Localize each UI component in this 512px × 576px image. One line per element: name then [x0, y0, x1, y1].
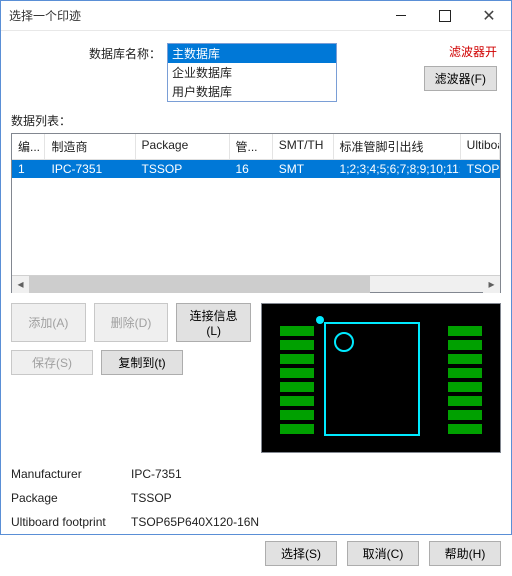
pin-icon: [280, 368, 314, 378]
pin-icon: [448, 410, 482, 420]
database-row: 数据库名称： 主数据库 企业数据库 用户数据库 滤波器开 滤波器(F): [11, 39, 501, 110]
database-label: 数据库名称：: [11, 43, 161, 62]
data-list-label: 数据列表：: [11, 112, 501, 129]
horizontal-scrollbar[interactable]: ◂ ▸: [12, 275, 500, 292]
data-table: 编... 制造商 Package 管... SMT/TH 标准管脚引出线 Ult…: [11, 133, 501, 293]
pin-icon: [280, 326, 314, 336]
action-buttons: 添加(A) 删除(D) 连接信息(L) 保存(S) 复制到(t): [11, 303, 251, 453]
table-header: 编... 制造商 Package 管... SMT/TH 标准管脚引出线 Ult…: [12, 134, 500, 160]
help-button[interactable]: 帮助(H): [429, 541, 501, 566]
link-info-button[interactable]: 连接信息(L): [176, 303, 251, 342]
cell: 1;2;3;4;5;6;7;8;9;10;11;: [334, 160, 461, 178]
column-header[interactable]: SMT/TH: [273, 134, 334, 159]
scroll-left-icon[interactable]: ◂: [12, 276, 29, 293]
save-button[interactable]: 保存(S): [11, 350, 93, 375]
column-header[interactable]: 制造商: [45, 134, 135, 159]
cell: SMT: [273, 160, 334, 178]
pin-icon: [280, 410, 314, 420]
column-header[interactable]: 标准管脚引出线: [334, 134, 461, 159]
package-label: Package: [11, 491, 131, 505]
pin-icon: [280, 354, 314, 364]
pin-icon: [448, 396, 482, 406]
content-area: 数据库名称： 主数据库 企业数据库 用户数据库 滤波器开 滤波器(F) 数据列表…: [1, 31, 511, 576]
table-row[interactable]: 1 IPC-7351 TSSOP 16 SMT 1;2;3;4;5;6;7;8;…: [12, 160, 500, 178]
pin-icon: [448, 340, 482, 350]
pin-icon: [448, 326, 482, 336]
window-title: 选择一个印迹: [9, 7, 81, 24]
pin-icon: [448, 424, 482, 434]
cell: 16: [230, 160, 273, 178]
manufacturer-label: Manufacturer: [11, 467, 131, 481]
scroll-right-icon[interactable]: ▸: [483, 276, 500, 293]
column-header[interactable]: 编...: [12, 134, 45, 159]
package-value: TSSOP: [131, 491, 501, 505]
column-header[interactable]: Ultiboa: [461, 134, 500, 159]
scroll-thumb[interactable]: [29, 276, 370, 293]
add-button[interactable]: 添加(A): [11, 303, 86, 342]
cell: 1: [12, 160, 45, 178]
database-option[interactable]: 用户数据库: [168, 82, 336, 101]
cell: TSSOP: [136, 160, 230, 178]
footprint-label: Ultiboard footprint: [11, 515, 131, 529]
filter-status: 滤波器开: [449, 43, 497, 60]
select-button[interactable]: 选择(S): [265, 541, 337, 566]
column-header[interactable]: Package: [136, 134, 230, 159]
marker-dot-icon: [316, 316, 324, 324]
copy-to-button[interactable]: 复制到(t): [101, 350, 183, 375]
pin1-dot-icon: [334, 332, 354, 352]
info-grid: Manufacturer IPC-7351 Package TSSOP Ulti…: [11, 467, 501, 529]
pin-icon: [448, 368, 482, 378]
pin-icon: [448, 382, 482, 392]
filter-button[interactable]: 滤波器(F): [424, 66, 497, 91]
maximize-button[interactable]: [423, 1, 467, 31]
pin-icon: [280, 340, 314, 350]
close-button[interactable]: ✕: [467, 1, 511, 31]
database-listbox[interactable]: 主数据库 企业数据库 用户数据库: [167, 43, 337, 102]
pin-icon: [280, 396, 314, 406]
pin-icon: [280, 424, 314, 434]
minimize-button[interactable]: [379, 1, 423, 31]
footprint-value: TSOP65P640X120-16N: [131, 515, 501, 529]
cancel-button[interactable]: 取消(C): [347, 541, 419, 566]
table-body: 1 IPC-7351 TSSOP 16 SMT 1;2;3;4;5;6;7;8;…: [12, 160, 500, 275]
scroll-track[interactable]: [29, 276, 483, 293]
database-option[interactable]: 主数据库: [168, 44, 336, 63]
titlebar: 选择一个印迹 ✕: [1, 1, 511, 31]
column-header[interactable]: 管...: [230, 134, 273, 159]
pin-icon: [280, 382, 314, 392]
delete-button[interactable]: 删除(D): [94, 303, 169, 342]
middle-row: 添加(A) 删除(D) 连接信息(L) 保存(S) 复制到(t): [11, 303, 501, 453]
footprint-preview: [261, 303, 501, 453]
cell: IPC-7351: [45, 160, 135, 178]
dialog-window: 选择一个印迹 ✕ 数据库名称： 主数据库 企业数据库 用户数据库 滤波器开 滤波…: [0, 0, 512, 535]
manufacturer-value: IPC-7351: [131, 467, 501, 481]
pin-icon: [448, 354, 482, 364]
cell: TSOP65: [461, 160, 500, 178]
database-option[interactable]: 企业数据库: [168, 63, 336, 82]
